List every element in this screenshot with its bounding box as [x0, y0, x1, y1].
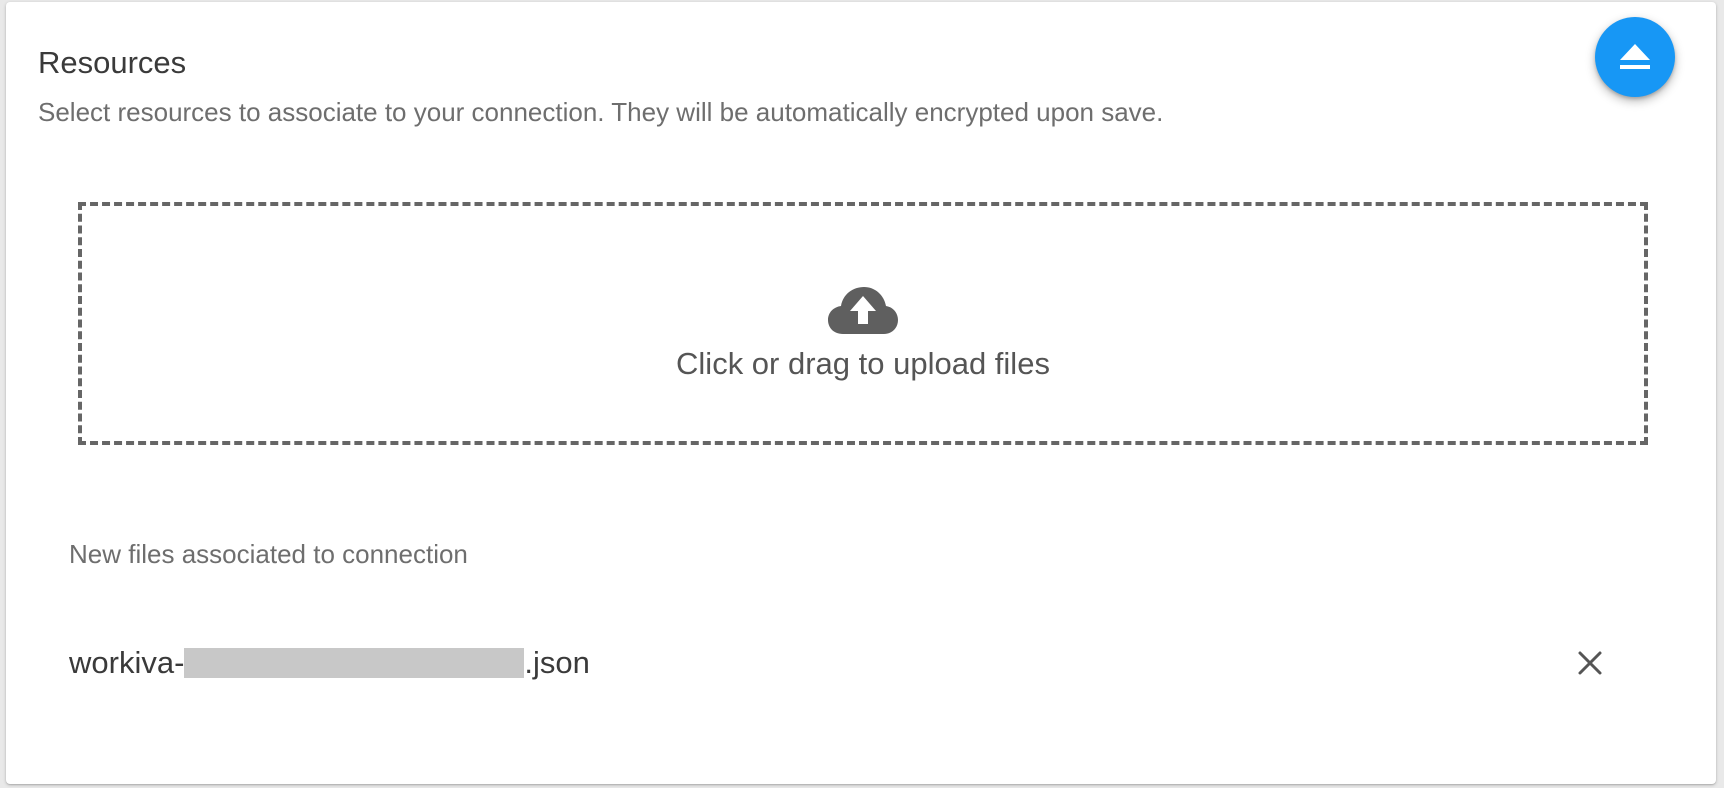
- close-icon: [1578, 651, 1602, 675]
- cloud-upload-icon: [828, 287, 898, 334]
- file-upload-dropzone[interactable]: Click or drag to upload files: [78, 202, 1648, 445]
- file-name-suffix: .json: [524, 645, 590, 680]
- file-name-prefix: workiva-: [69, 645, 185, 680]
- remove-file-button[interactable]: [1569, 642, 1611, 684]
- new-files-heading: New files associated to connection: [69, 539, 468, 569]
- section-title: Resources: [38, 45, 187, 80]
- file-name: workiva- .json: [69, 642, 590, 684]
- redacted-block: [184, 648, 525, 678]
- section-description: Select resources to associate to your co…: [38, 97, 1164, 127]
- eject-icon: [1620, 44, 1650, 69]
- upload-label: Click or drag to upload files: [676, 346, 1050, 381]
- file-list-item: workiva- .json: [69, 642, 1629, 684]
- eject-button[interactable]: [1595, 17, 1675, 97]
- resources-card: Resources Select resources to associate …: [6, 2, 1716, 784]
